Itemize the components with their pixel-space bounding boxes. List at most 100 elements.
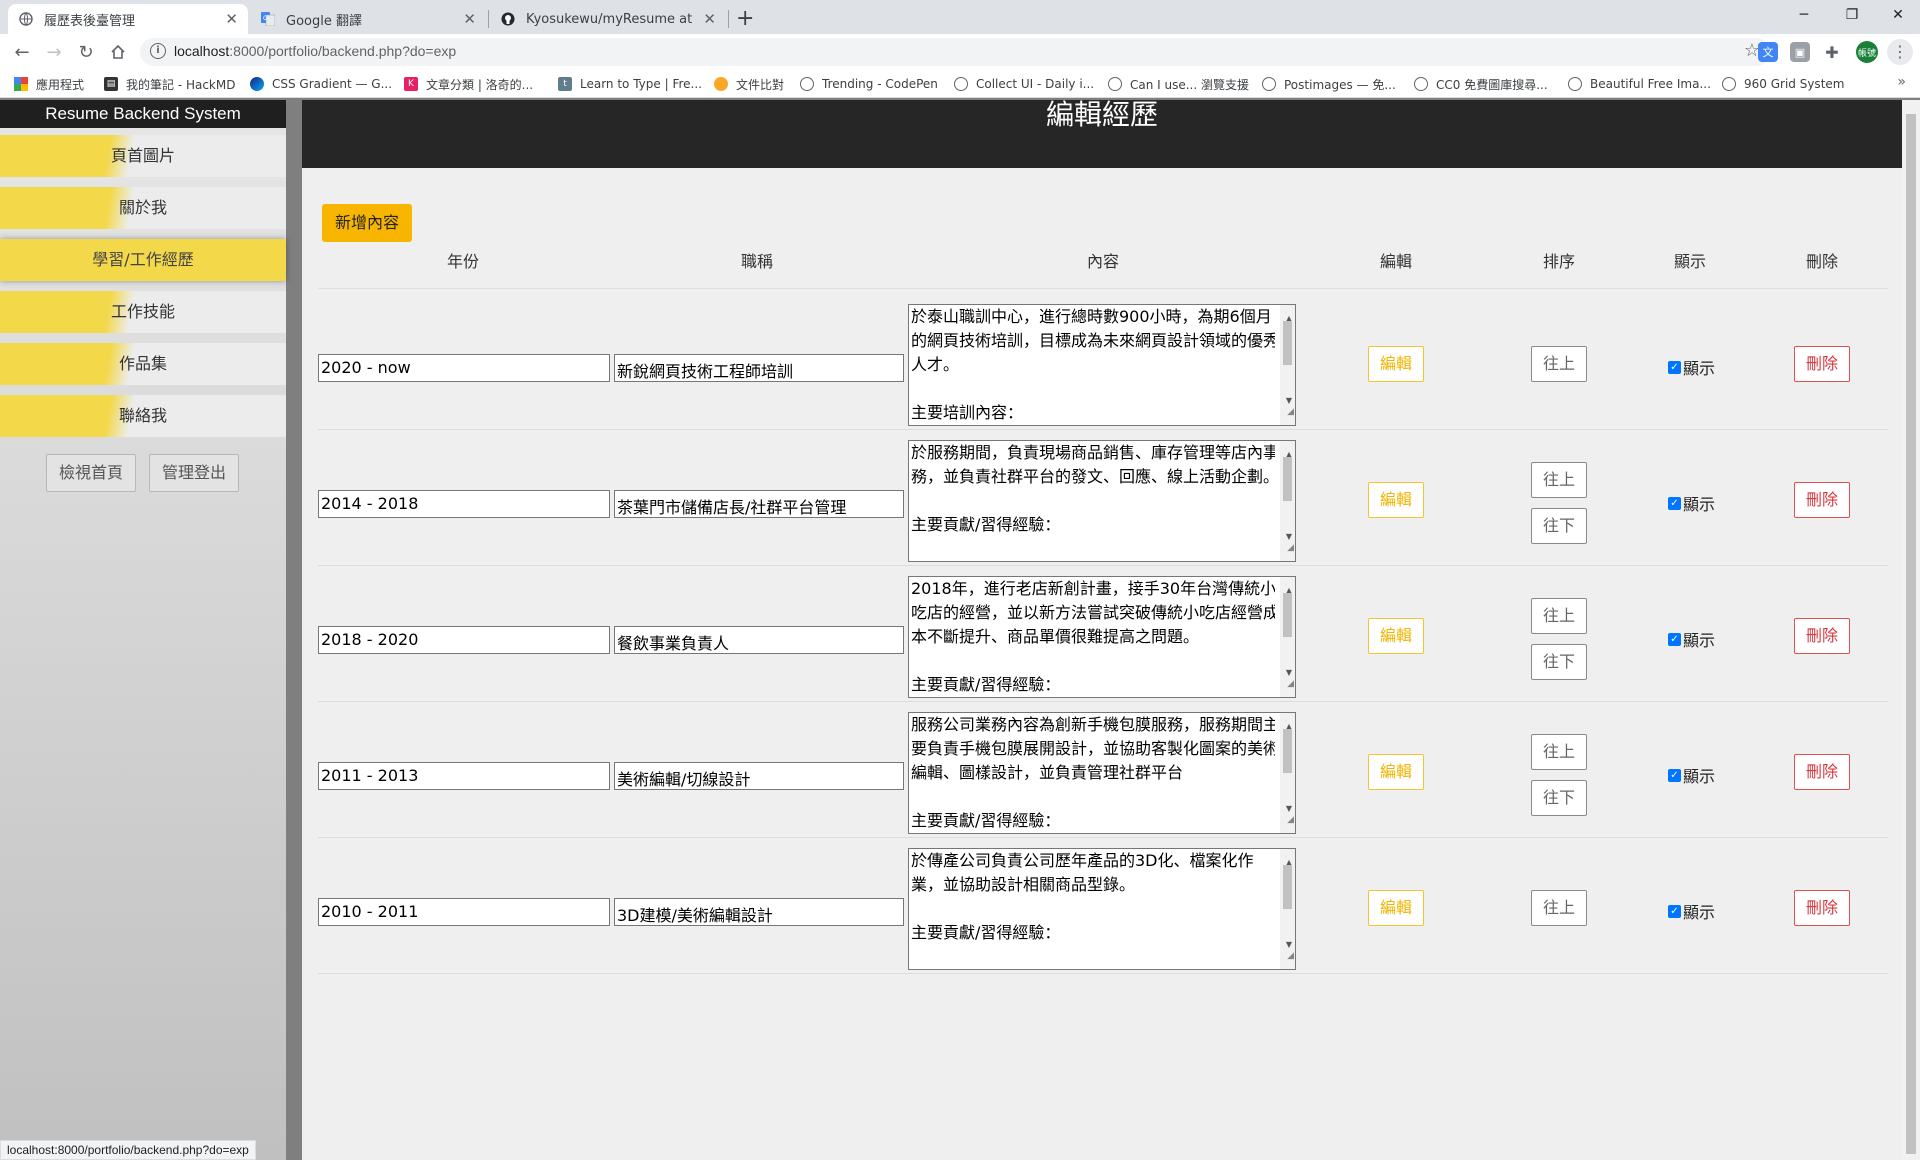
forward-arrow-icon[interactable]: → [42, 40, 66, 64]
menu-item-portfolio[interactable]: 作品集 [0, 343, 286, 385]
move-up-button[interactable]: 往上 [1531, 346, 1587, 382]
year-input[interactable]: 2018 - 2020 [318, 626, 610, 654]
delete-button[interactable]: 刪除 [1794, 618, 1850, 654]
resize-grip-icon[interactable]: ◢ [1287, 400, 1294, 424]
edit-button[interactable]: 編輯 [1368, 890, 1424, 926]
minimize-icon[interactable]: ─ [1780, 0, 1828, 30]
show-toggle[interactable]: ✓ 顯示 [1668, 488, 1715, 518]
year-input[interactable]: 2010 - 2011 [318, 898, 610, 926]
resize-grip-icon[interactable]: ◢ [1287, 808, 1294, 832]
menu-item-contact[interactable]: 聯絡我 [0, 395, 286, 437]
bookmark-codepen[interactable]: Trending - CodePen [800, 75, 938, 93]
tab-github[interactable]: Kyosukewu/myResume at back ✕ [490, 4, 726, 34]
checkbox[interactable]: ✓ [1668, 632, 1681, 646]
job-title-input[interactable]: 餐飲事業負責人 [614, 626, 904, 654]
tab-google-translate[interactable]: G Google 翻譯 ✕ [250, 4, 486, 34]
delete-button[interactable]: 刪除 [1794, 890, 1850, 926]
year-input[interactable]: 2011 - 2013 [318, 762, 610, 790]
new-tab-icon[interactable]: + [736, 6, 754, 31]
edit-button[interactable]: 編輯 [1368, 754, 1424, 790]
bookmark-cc0[interactable]: CC0 免費圖庫搜尋... [1414, 75, 1548, 93]
job-title-input[interactable]: 3D建模/美術編輯設計 [614, 898, 904, 926]
show-toggle[interactable]: ✓ 顯示 [1668, 760, 1715, 790]
bookmark-css-gradient[interactable]: CSS Gradient — G... [250, 75, 392, 93]
job-title-input[interactable]: 新銳網頁技術工程師培訓 [614, 354, 904, 382]
back-arrow-icon[interactable]: ← [10, 40, 34, 64]
bookmark-hackmd[interactable]: ▤ 我的筆記 - HackMD [104, 75, 235, 93]
home-icon[interactable] [106, 40, 130, 64]
extension-icon[interactable]: ▣ [1790, 42, 1810, 62]
scrollbar-thumb[interactable] [1906, 114, 1916, 1154]
tab-resume-backend[interactable]: 履歷表後臺管理 ✕ [8, 4, 248, 34]
delete-button[interactable]: 刪除 [1794, 482, 1850, 518]
edit-button[interactable]: 編輯 [1368, 346, 1424, 382]
resize-grip-icon[interactable]: ◢ [1287, 944, 1294, 968]
close-icon[interactable]: ✕ [703, 10, 716, 28]
job-title-input[interactable]: 美術編輯/切線設計 [614, 762, 904, 790]
view-home-button[interactable]: 檢視首頁 [46, 454, 137, 492]
menu-item-about-me[interactable]: 關於我 [0, 187, 286, 229]
info-icon[interactable]: i [150, 43, 166, 59]
content-textarea[interactable]: 服務公司業務內容為創新手機包膜服務，服務期間主 要負責手機包膜展開設計，並協助客製… [908, 712, 1296, 834]
reload-icon[interactable]: ↻ [74, 40, 98, 64]
bookmark-960-grid[interactable]: 960 Grid System [1722, 75, 1844, 93]
show-toggle[interactable]: ✓ 顯示 [1668, 624, 1715, 654]
checkbox[interactable]: ✓ [1668, 768, 1681, 782]
bookmark-loki-articles[interactable]: K 文章分類 | 洛奇的... [404, 75, 533, 93]
resize-grip-icon[interactable]: ◢ [1287, 536, 1294, 560]
move-down-button[interactable]: 往下 [1531, 508, 1587, 544]
bookmark-beautiful-free-images[interactable]: Beautiful Free Ima... [1568, 75, 1711, 93]
resize-grip-icon[interactable]: ◢ [1287, 672, 1294, 696]
delete-button[interactable]: 刪除 [1794, 346, 1850, 382]
move-up-button[interactable]: 往上 [1531, 462, 1587, 498]
logout-button[interactable]: 管理登出 [149, 454, 240, 492]
translate-extension-icon[interactable]: 文 [1758, 42, 1778, 62]
show-toggle[interactable]: ✓ 顯示 [1668, 352, 1715, 382]
bookmark-collect-ui[interactable]: Collect UI - Daily i... [954, 75, 1094, 93]
show-toggle[interactable]: ✓ 顯示 [1668, 896, 1715, 926]
restore-icon[interactable]: ❐ [1828, 0, 1876, 30]
move-up-button[interactable]: 往上 [1531, 890, 1587, 926]
close-icon[interactable]: ✕ [463, 10, 476, 28]
menu-item-header-image[interactable]: 頁首圖片 [0, 135, 286, 177]
scrollbar-thumb[interactable] [1283, 321, 1292, 365]
page-scrollbar[interactable] [1902, 100, 1920, 1160]
content-textarea[interactable]: 於傳產公司負責公司歷年產品的3D化、檔案化作 業，並協助設計相關商品型錄。 主要貢獻… [908, 848, 1296, 970]
scrollbar-thumb[interactable] [1283, 729, 1292, 773]
bookmark-caniuse[interactable]: Can I use... 瀏覽支援 [1108, 75, 1249, 93]
move-down-button[interactable]: 往下 [1531, 780, 1587, 816]
add-content-button[interactable]: 新增內容 [322, 204, 412, 242]
delete-button[interactable]: 刪除 [1794, 754, 1850, 790]
menu-item-skills[interactable]: 工作技能 [0, 291, 286, 333]
address-bar[interactable]: i localhost:8000/portfolio/backend.php?d… [140, 38, 1770, 66]
bookmark-diff[interactable]: 文件比對 [714, 75, 784, 93]
year-input[interactable]: 2020 - now [318, 354, 610, 382]
content-textarea[interactable]: 2018年，進行老店新創計畫，接手30年台灣傳統小 吃店的經營，並以新方法嘗試突破… [908, 576, 1296, 698]
bookmark-apps[interactable]: 應用程式 [14, 75, 84, 93]
chevron-double-right-icon[interactable]: » [1897, 74, 1906, 90]
move-down-button[interactable]: 往下 [1531, 644, 1587, 680]
kebab-menu-icon[interactable]: ⋮ [1887, 39, 1913, 65]
scrollbar-thumb[interactable] [1283, 865, 1292, 909]
move-up-button[interactable]: 往上 [1531, 598, 1587, 634]
close-icon[interactable]: ✕ [225, 10, 238, 28]
edit-button[interactable]: 編輯 [1368, 618, 1424, 654]
job-title-input[interactable]: 茶葉門市儲備店長/社群平台管理 [614, 490, 904, 518]
scrollbar-thumb[interactable] [1283, 593, 1292, 637]
move-up-button[interactable]: 往上 [1531, 734, 1587, 770]
window-close-icon[interactable]: ✕ [1874, 0, 1920, 30]
puzzle-icon[interactable]: ✚ [1822, 42, 1842, 62]
checkbox[interactable]: ✓ [1668, 360, 1681, 374]
url-text[interactable]: localhost:8000/portfolio/backend.php?do=… [174, 43, 456, 59]
menu-item-experience[interactable]: 學習/工作經歷 [0, 239, 286, 281]
checkbox[interactable]: ✓ [1668, 496, 1681, 510]
content-textarea[interactable]: 於服務期間，負責現場商品銷售、庫存管理等店內事 務，並負責社群平台的發文、回應、線… [908, 440, 1296, 562]
bookmark-learn-to-type[interactable]: t Learn to Type | Fre... [558, 75, 702, 93]
checkbox[interactable]: ✓ [1668, 904, 1681, 918]
content-textarea[interactable]: 於泰山職訓中心，進行總時數900小時，為期6個月 的網頁技術培訓，目標成為未來網頁… [908, 304, 1296, 426]
edit-button[interactable]: 編輯 [1368, 482, 1424, 518]
bookmark-postimages[interactable]: Postimages — 免... [1262, 75, 1396, 93]
profile-avatar[interactable]: 帳號 [1856, 41, 1878, 63]
year-input[interactable]: 2014 - 2018 [318, 490, 610, 518]
scrollbar-thumb[interactable] [1283, 457, 1292, 501]
